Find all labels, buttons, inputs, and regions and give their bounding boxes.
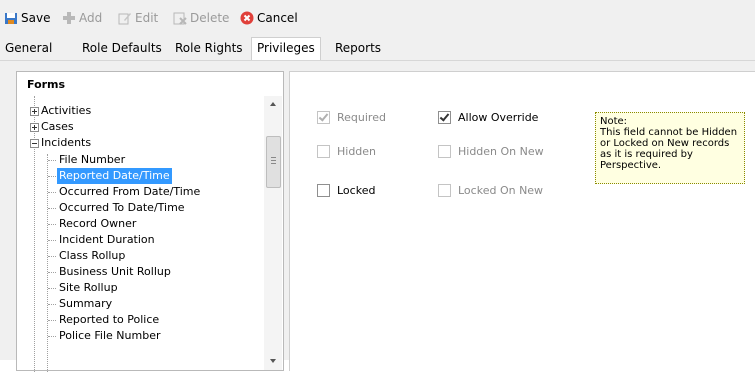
scroll-up-arrow-icon[interactable] [264,96,282,112]
note-text: This field cannot be Hidden or Locked on… [600,127,738,171]
edit-icon [118,11,132,25]
hidden-on-new-label: Hidden On New [458,145,544,158]
forms-tree-pane: Forms Activities Cases Incidents File Nu… [16,71,284,372]
edit-button[interactable]: Edit [118,10,158,26]
scroll-down-arrow-icon[interactable] [264,354,282,370]
required-label: Required [337,111,386,124]
locked-checkbox[interactable]: Locked [317,184,375,197]
tree-field-file-number[interactable]: File Number [59,152,125,168]
hidden-on-new-check-icon [438,145,451,158]
hidden-check-icon [317,145,330,158]
privileges-panel: Forms Activities Cases Incidents File Nu… [0,61,755,372]
hidden-label: Hidden [337,145,377,158]
tree-guide-line [47,154,48,372]
cancel-button[interactable]: Cancel [240,10,298,26]
note-title: Note: [600,116,628,127]
tab-privileges[interactable]: Privileges [251,37,321,60]
required-check-icon [317,111,330,124]
tree-field-reported-date-time[interactable]: Reported Date/Time [57,168,172,184]
add-icon [62,11,76,25]
note-tooltip: Note: This field cannot be Hidden or Loc… [595,112,745,184]
save-icon [4,11,18,25]
tree-node-activities[interactable]: Activities [41,103,91,119]
collapse-icon[interactable] [30,139,39,148]
tab-bar: General Role Defaults Role Rights Privil… [0,36,755,61]
tree-field-incident-duration[interactable]: Incident Duration [59,232,155,248]
cancel-icon [240,11,254,25]
tree-field-site-rollup[interactable]: Site Rollup [59,280,118,296]
allow-override-checkbox[interactable]: Allow Override [438,111,538,124]
tab-role-rights[interactable]: Role Rights [175,40,243,60]
tree-node-cases[interactable]: Cases [41,119,74,135]
tree-field-occurred-to[interactable]: Occurred To Date/Time [59,200,185,216]
locked-on-new-label: Locked On New [458,184,544,197]
locked-on-new-checkbox[interactable]: Locked On New [438,184,543,197]
tree-field-police-file-number[interactable]: Police File Number [59,328,161,344]
toolbar: Save Add Edit Delete Cancel [0,0,755,36]
tree-node-incidents[interactable]: Incidents [41,135,91,151]
forms-tree-title: Forms [27,78,66,91]
save-button[interactable]: Save [4,10,50,26]
locked-check-icon [317,184,330,197]
delete-label: Delete [190,11,230,25]
tree-field-occurred-from[interactable]: Occurred From Date/Time [59,184,200,200]
tree-scrollbar[interactable] [264,96,282,370]
locked-label: Locked [337,184,376,197]
tab-reports[interactable]: Reports [335,40,381,60]
tree-field-summary[interactable]: Summary [59,296,112,312]
tree-field-record-owner[interactable]: Record Owner [59,216,136,232]
delete-icon [173,11,187,25]
add-button[interactable]: Add [62,10,102,26]
add-label: Add [79,11,103,25]
tree-field-reported-to-police[interactable]: Reported to Police [59,312,159,328]
expand-icon[interactable] [30,123,39,132]
expand-icon[interactable] [30,107,39,116]
delete-button[interactable]: Delete [173,10,229,26]
hidden-checkbox[interactable]: Hidden [317,145,376,158]
cancel-label: Cancel [257,11,298,25]
tab-general[interactable]: General [5,40,52,60]
required-checkbox[interactable]: Required [317,111,386,124]
tree-guide-line [34,96,35,372]
locked-on-new-check-icon [438,184,451,197]
allow-override-check-icon [438,111,451,124]
tree-field-class-rollup[interactable]: Class Rollup [59,248,125,264]
hidden-on-new-checkbox[interactable]: Hidden On New [438,145,544,158]
scroll-thumb[interactable] [266,136,281,188]
tree-field-business-unit-rollup[interactable]: Business Unit Rollup [59,264,171,280]
save-label: Save [21,11,51,25]
edit-label: Edit [135,11,159,25]
tab-role-defaults[interactable]: Role Defaults [82,40,162,60]
allow-override-label: Allow Override [458,111,539,124]
